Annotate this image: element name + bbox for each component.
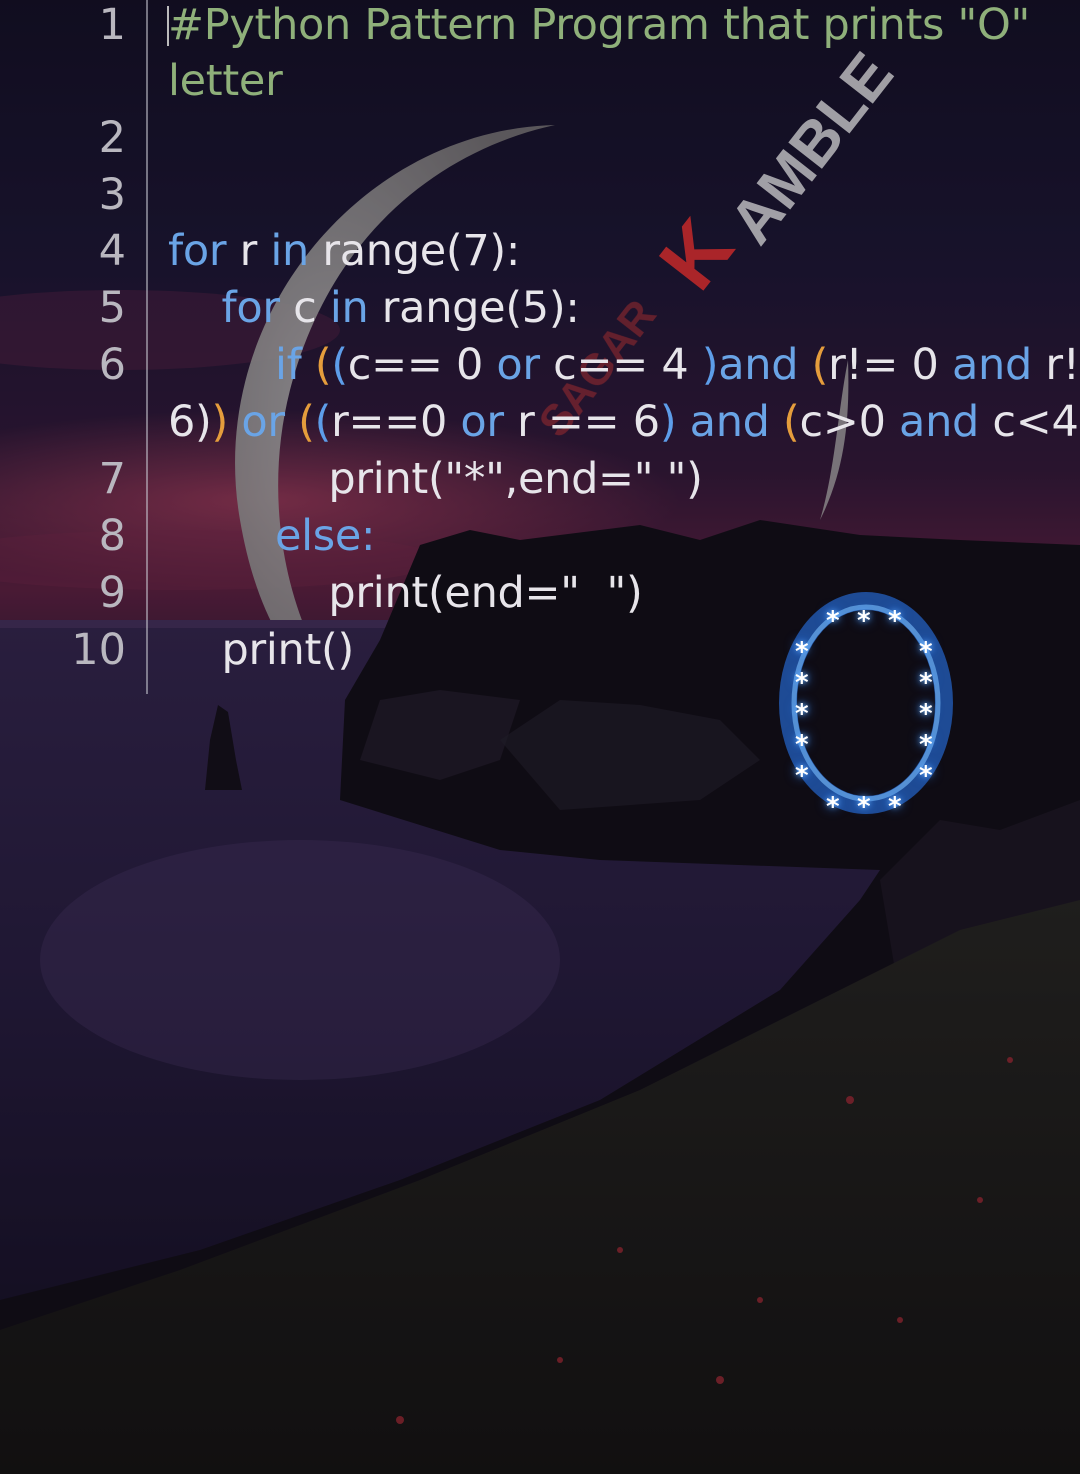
line-number: 1 — [98, 0, 126, 50]
code-token: c== 4 — [539, 340, 702, 390]
code-token: c== 0 — [347, 340, 497, 390]
code-token: or — [241, 397, 285, 447]
code-token: else: — [274, 511, 376, 561]
code-token: r — [226, 226, 271, 276]
code-token: c — [279, 283, 330, 333]
code-line[interactable]: else: — [168, 511, 1068, 561]
output-star: * — [887, 792, 903, 822]
code-line[interactable]: if ((c== 0 or c== 4 )and (r!= 0 and r!= — [168, 340, 1080, 390]
output-star: * — [856, 606, 872, 636]
code-line[interactable]: 6)) or ((r==0 or r == 6) and (c>0 and c<… — [168, 397, 1080, 447]
code-token: r!= — [1045, 340, 1080, 390]
output-star: * — [794, 699, 810, 729]
code-line[interactable]: #Python Pattern Program that prints "O" — [168, 0, 1068, 50]
code-token: ( — [331, 340, 348, 390]
code-token: r!= 0 — [828, 340, 952, 390]
pattern-output: * * * * * * * * * * * * * * * * — [780, 598, 950, 820]
code-line[interactable]: print("*",end=" ") — [168, 454, 1068, 504]
code-line[interactable]: letter — [168, 56, 1068, 106]
code-token: for — [168, 226, 227, 276]
code-token: or — [496, 340, 540, 390]
code-token: 6) — [168, 397, 212, 447]
line-number: 9 — [98, 568, 126, 618]
code-token: print() — [168, 625, 354, 675]
code-token: ( — [314, 340, 332, 390]
code-token: or — [460, 397, 504, 447]
output-star: * — [794, 761, 810, 791]
code-token: and — [718, 340, 799, 390]
line-number: 10 — [71, 625, 126, 675]
line-number: 5 — [98, 283, 126, 333]
code-token: and — [951, 340, 1032, 390]
code-token: range(7): — [308, 226, 521, 276]
code-token: ) — [211, 397, 229, 447]
code-token: #Python Pattern Program that prints "O" — [168, 0, 1031, 50]
code-line[interactable]: for r in range(7): — [168, 226, 1068, 276]
code-token: r == 6 — [503, 397, 660, 447]
code-token: in — [329, 283, 369, 333]
gutter-divider — [146, 0, 148, 694]
code-token: ) — [659, 397, 677, 447]
output-star: * — [794, 730, 810, 760]
output-star: * — [825, 792, 841, 822]
output-star: * — [856, 792, 872, 822]
line-number: 8 — [98, 511, 126, 561]
line-number: 4 — [98, 226, 126, 276]
code-token: print(end=" ") — [168, 568, 643, 618]
code-token: ( — [811, 340, 829, 390]
output-star: * — [918, 761, 934, 791]
code-token: ( — [783, 397, 800, 447]
code-token: ( — [298, 397, 315, 447]
line-number: 6 — [98, 340, 126, 390]
code-token: ) — [701, 340, 719, 390]
code-token: in — [270, 226, 309, 276]
line-number: 3 — [98, 170, 126, 220]
output-star: * — [794, 637, 810, 667]
code-token: print("*",end=" ") — [168, 454, 703, 504]
code-line[interactable]: for c in range(5): — [168, 283, 1068, 333]
code-token: r==0 — [331, 397, 461, 447]
code-token: if — [274, 340, 302, 390]
output-star: * — [918, 730, 934, 760]
code-token: and — [899, 397, 980, 447]
output-star: * — [794, 668, 810, 698]
line-number: 2 — [98, 113, 126, 163]
code-token: c<4 — [979, 397, 1079, 447]
code-token: letter — [168, 56, 283, 106]
code-token: ( — [314, 397, 332, 447]
output-star: * — [918, 668, 934, 698]
line-number: 7 — [98, 454, 126, 504]
code-token: range(5): — [368, 283, 580, 333]
code-token: for — [221, 283, 280, 333]
code-token: c>0 — [799, 397, 900, 447]
code-token: and — [689, 397, 770, 447]
output-star: * — [887, 606, 903, 636]
code-editor[interactable]: 1 #Python Pattern Program that prints "O"… — [0, 0, 1080, 700]
output-star: * — [918, 699, 934, 729]
output-star: * — [825, 606, 841, 636]
output-star: * — [918, 637, 934, 667]
